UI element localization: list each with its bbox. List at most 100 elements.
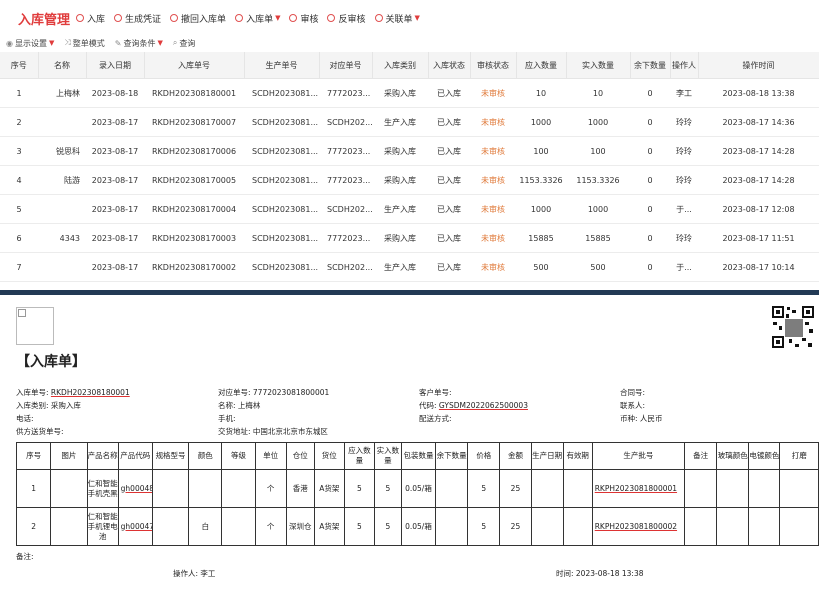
table-row[interactable]: 1 上梅林 2023-08-18 RKDH202308180001 SCDH202308… (0, 78, 819, 108)
column-header[interactable]: 名称 (38, 52, 87, 79)
table-cell: 1000 (516, 107, 566, 137)
detail-column-header: 生产日期 (530, 442, 564, 470)
table-cell: 玲玲 (670, 223, 698, 253)
related-doc-dropdown[interactable]: 关联单 ▼ (374, 12, 420, 25)
table-cell: 1 (0, 78, 38, 108)
table-cell: 1000 (516, 194, 566, 224)
contract-no-field: 合同号: (620, 388, 646, 397)
detail-cell: 香港 (285, 469, 315, 508)
batch-no-link[interactable]: RKPH2023081800001 (595, 484, 677, 493)
column-header[interactable]: 操作人 (670, 52, 699, 79)
detail-cell (562, 469, 593, 508)
table-cell: 500 (516, 252, 566, 282)
edit-icon: ✎ (114, 38, 122, 48)
table-cell: 已入库 (428, 78, 470, 108)
table-cell: SCDH2023081... (244, 107, 319, 137)
table-cell: 生产入库 (372, 107, 428, 137)
column-header[interactable]: 审核状态 (470, 52, 517, 79)
column-header[interactable]: 对应单号 (319, 52, 373, 79)
column-header[interactable]: 应入数量 (516, 52, 567, 79)
table-cell: 2023-08-17 (86, 107, 144, 137)
detail-cell: A货架 (313, 469, 345, 508)
detail-column-header: 等级 (221, 442, 256, 470)
table-row[interactable]: 4 陆游 2023-08-17 RKDH202308170005 SCDH2023081… (0, 165, 819, 195)
stock-in-button[interactable]: 入库 (76, 12, 105, 25)
table-cell: 1153.3326 (566, 165, 630, 195)
mobile-field: 手机: (218, 414, 236, 423)
table-cell: 已入库 (428, 136, 470, 166)
column-header[interactable]: 序号 (0, 52, 39, 79)
query-conditions-button[interactable]: ✎ 查询条件 ▼ (115, 38, 163, 49)
column-header[interactable]: 实入数量 (566, 52, 631, 79)
table-cell: 生产入库 (372, 194, 428, 224)
column-header[interactable]: 入库状态 (428, 52, 471, 79)
stock-in-doc-dropdown[interactable]: 入库单 ▼ (235, 12, 280, 25)
table-cell: 0 (630, 136, 670, 166)
detail-cell: 5 (343, 469, 375, 508)
table-cell: SCDH2023081... (244, 223, 319, 253)
unapprove-button[interactable]: 反审核 (327, 12, 366, 25)
table-cell: 2023-08-17 10:14 (698, 252, 819, 282)
table-cell: 2023-08-17 (86, 252, 144, 282)
detail-column-header: 包装数量 (400, 442, 437, 470)
table-cell: 玲玲 (670, 136, 698, 166)
column-header[interactable]: 生产单号 (244, 52, 320, 79)
table-cell: 未审核 (470, 165, 516, 195)
detail-cell (188, 469, 223, 508)
currency-field: 币种: 人民币 (620, 414, 663, 423)
table-cell: 0 (630, 78, 670, 108)
table-cell: 100 (516, 136, 566, 166)
table-cell: 4343 (38, 223, 86, 253)
generate-voucher-button[interactable]: 生成凭证 (114, 12, 161, 25)
table-cell: SCDH202... (319, 252, 372, 282)
detail-column-header: 产品代码 (117, 442, 153, 470)
column-header[interactable]: 录入日期 (86, 52, 145, 79)
table-cell: 10 (516, 78, 566, 108)
product-code-link[interactable]: gh00047 (121, 522, 152, 531)
table-row[interactable]: 5 2023-08-17 RKDH202308170004 SCDH2023081..… (0, 194, 819, 224)
approve-button[interactable]: 审核 (289, 12, 318, 25)
phone-field: 电话: (16, 414, 34, 423)
table-cell: 于... (670, 194, 698, 224)
table-row[interactable]: 7 2023-08-17 RKDH202308170002 SCDH2023081..… (0, 252, 819, 282)
table-row[interactable]: 3 锐思科 2023-08-17 RKDH202308170006 SCDH202308… (0, 136, 819, 166)
table-cell: SCDH2023081... (244, 252, 319, 282)
detail-cell (435, 507, 469, 546)
column-header[interactable]: 入库类别 (372, 52, 429, 79)
table-cell: 6 (0, 223, 38, 253)
detail-column-header: 电镀颜色 (748, 442, 781, 470)
table-cell: 2023-08-17 (86, 165, 144, 195)
table-cell: 上梅林 (38, 78, 86, 108)
table-row[interactable]: 2 2023-08-17 RKDH202308170007 SCDH2023081..… (0, 107, 819, 137)
table-cell: 已入库 (428, 107, 470, 137)
table-cell: RKDH202308170007 (144, 107, 244, 137)
in-no-link[interactable]: RKDH202308180001 (51, 388, 130, 397)
display-settings-button[interactable]: ◉ 显示设置 ▼ (6, 38, 54, 49)
single-mode-button[interactable]: ⤨ 整单模式 (64, 38, 104, 49)
table-cell: RKDH202308170005 (144, 165, 244, 195)
table-row[interactable]: 6 4343 2023-08-17 RKDH202308170003 SCDH20230… (0, 223, 819, 253)
batch-no-link[interactable]: RKPH2023081800002 (595, 522, 677, 531)
product-code-link[interactable]: gh00048 (121, 484, 152, 493)
table-cell: 生产入库 (372, 252, 428, 282)
customer-no-field: 客户单号: (419, 388, 452, 397)
in-type-field: 入库类别: 采购入库 (16, 401, 81, 410)
circle-icon (170, 14, 179, 22)
code-link[interactable]: GYSDM2022062500003 (439, 401, 528, 410)
table-cell: 0 (630, 223, 670, 253)
detail-cell: 5 (467, 469, 501, 508)
table-cell: 7 (0, 252, 38, 282)
query-button[interactable]: ⌕ 查询 (173, 38, 195, 49)
detail-cell: 0.05/箱 (400, 469, 437, 508)
column-header[interactable]: 余下数量 (630, 52, 671, 79)
detail-cell: gh00047 (117, 507, 153, 546)
action-toolbar: 入库管理 入库 生成凭证 撤回入库单 入库单 ▼ 审核 反审核 关联单 ▼ (0, 0, 819, 36)
table-cell: 7772023... (319, 78, 372, 108)
stock-in-grid: 序号 名称 录入日期 入库单号 生产单号 对应单号 入库类别 入库状态 审核状态… (0, 52, 819, 311)
table-cell: 2023-08-17 (86, 194, 144, 224)
column-header[interactable]: 入库单号 (144, 52, 245, 79)
detail-cell (684, 469, 718, 508)
circle-icon (235, 14, 244, 22)
revoke-stock-in-button[interactable]: 撤回入库单 (170, 12, 226, 25)
column-header[interactable]: 操作时间 (698, 52, 819, 79)
